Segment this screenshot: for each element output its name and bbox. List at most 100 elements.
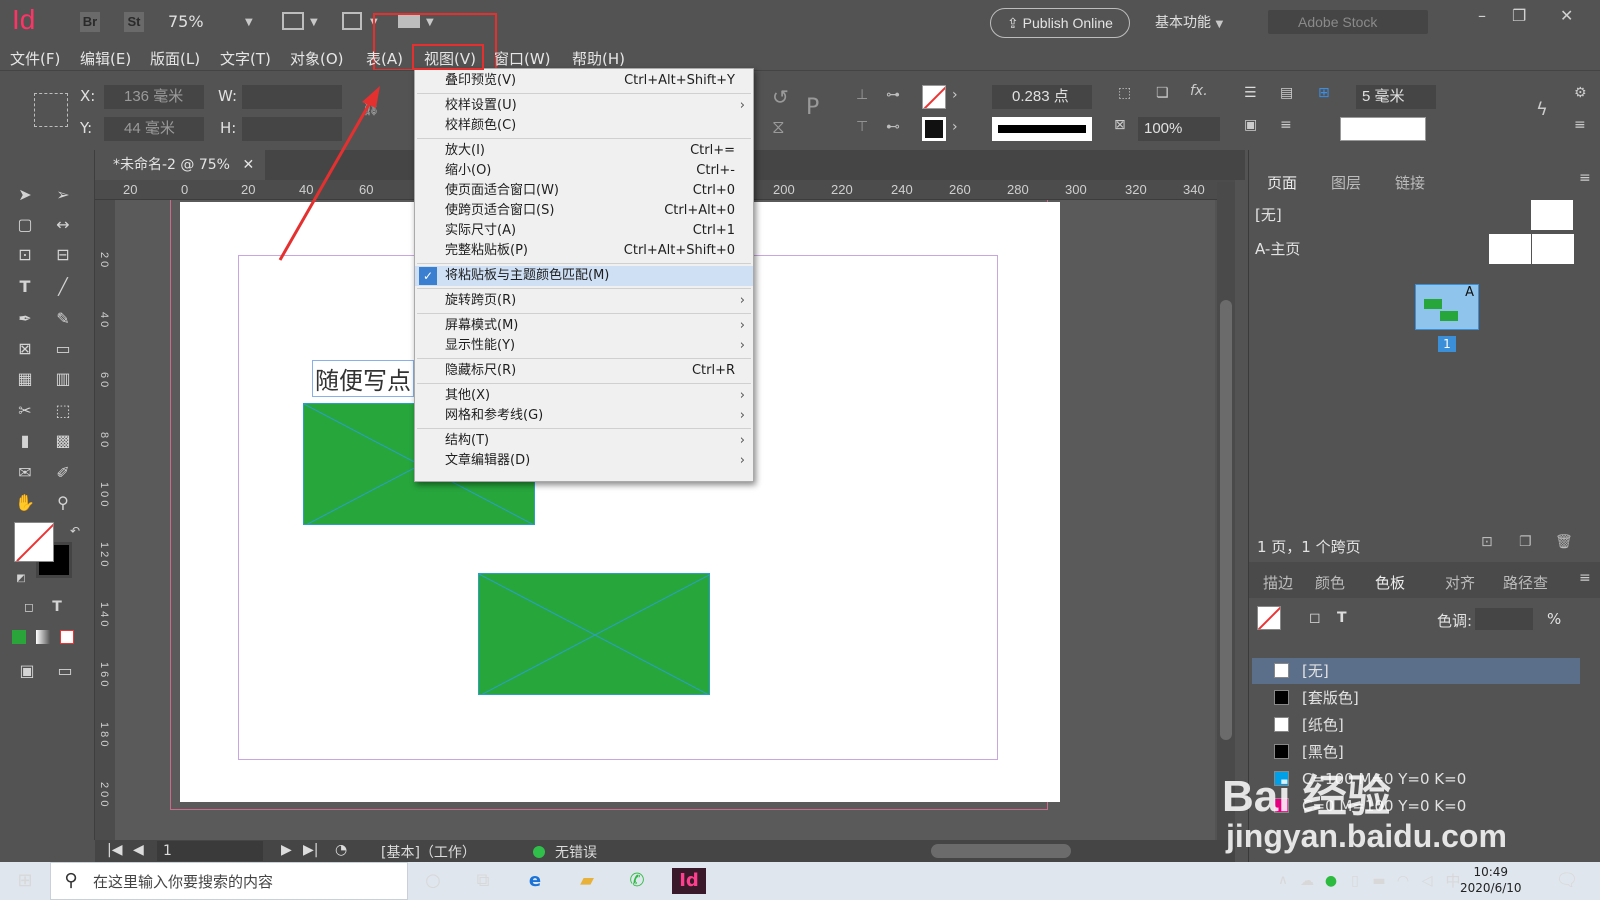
text-wrap-icon[interactable]: ▤	[1280, 85, 1293, 101]
edge-browser-icon[interactable]: e	[522, 868, 548, 894]
delete-page-icon[interactable]: 🗑	[1555, 534, 1573, 550]
menu-item-story-editor[interactable]: 文章编辑器(D) ›	[415, 451, 753, 471]
wechat-tray-icon[interactable]: ●	[1318, 868, 1344, 894]
menu-item-extras[interactable]: 其他(X) ›	[415, 386, 753, 406]
stroke-swatch[interactable]	[922, 117, 946, 141]
wrap-around-icon[interactable]: ▣	[1244, 117, 1257, 133]
menu-object[interactable]: 对象(O)	[290, 48, 344, 69]
tint-field[interactable]	[1475, 608, 1533, 630]
indesign-taskbar-icon[interactable]: Id	[672, 868, 706, 894]
menu-item-zoom-in[interactable]: 放大(I) Ctrl+=	[415, 141, 753, 161]
fill-menu-chevron-icon[interactable]: ›	[952, 87, 958, 103]
taskbar-search-input[interactable]: 在这里输入你要搜索的内容	[50, 862, 408, 900]
settings-gear-icon[interactable]: ⚙	[1574, 85, 1587, 101]
type-tool-icon[interactable]: T	[12, 274, 38, 300]
volume-icon[interactable]: ◁	[1414, 868, 1440, 894]
tab-pages[interactable]: 页面	[1267, 172, 1297, 193]
menu-item-fit-spread[interactable]: 使跨页适合窗口(S) Ctrl+Alt+0	[415, 201, 753, 221]
stroke-type-dropdown[interactable]	[992, 117, 1092, 141]
page-1-thumbnail[interactable]: A	[1415, 284, 1479, 330]
adobe-stock-search[interactable]: Adobe Stock	[1268, 10, 1428, 34]
stroke-menu-chevron-icon[interactable]: ›	[952, 119, 958, 135]
restore-icon[interactable]: ❐	[1512, 6, 1526, 25]
bridge-icon[interactable]: Br	[80, 12, 100, 32]
horizontal-scrollbar-thumb[interactable]	[931, 844, 1071, 858]
open-page-icon[interactable]: ◔	[335, 842, 347, 858]
tab-layers[interactable]: 图层	[1331, 172, 1361, 193]
system-clock[interactable]: 10:49 2020/6/10	[1460, 864, 1522, 896]
zoom-dropdown-icon[interactable]: ▼	[245, 17, 253, 28]
menu-help[interactable]: 帮助(H)	[572, 48, 625, 69]
rectangle-frame-tool-icon[interactable]: ⊠	[12, 336, 38, 362]
direct-selection-tool-icon[interactable]: ➢	[50, 182, 76, 208]
content-placer-icon[interactable]: ⊟	[50, 242, 76, 268]
green-rectangle-frame[interactable]	[478, 573, 710, 695]
zoom-tool-icon[interactable]: ⚲	[50, 490, 76, 516]
swatch-row[interactable]: [套版色]	[1252, 685, 1580, 711]
scale-icon[interactable]: ⊠	[1114, 117, 1126, 133]
cortana-icon[interactable]: ○	[420, 868, 446, 894]
normal-view-icon[interactable]: ▣	[14, 658, 40, 684]
spacing-field[interactable]: 5 毫米	[1356, 85, 1436, 109]
none-master-thumb[interactable]	[1531, 200, 1573, 230]
note-tool-icon[interactable]: ✉	[12, 460, 38, 486]
last-page-icon[interactable]: ▶|	[303, 842, 318, 858]
pen-tool-icon[interactable]: ✒	[12, 306, 38, 332]
apply-gradient-icon[interactable]	[36, 630, 50, 644]
notifications-icon[interactable]: 🗨	[1554, 868, 1580, 894]
a-master-left-thumb[interactable]	[1489, 234, 1531, 264]
none-master[interactable]: [无]	[1255, 204, 1282, 225]
task-view-icon[interactable]: ⧉	[470, 868, 496, 894]
free-transform-tool-icon[interactable]: ⬚	[50, 398, 76, 424]
menu-item-screen-mode[interactable]: 屏幕模式(M) ›	[415, 316, 753, 336]
drop-shadow-icon[interactable]: ❏	[1156, 85, 1169, 101]
panel-menu-icon[interactable]: ≡	[1579, 170, 1591, 186]
menu-window[interactable]: 窗口(W)	[494, 48, 551, 69]
menu-item-overprint-preview[interactable]: 叠印预览(V) Ctrl+Alt+Shift+Y	[415, 71, 753, 91]
flip-icon[interactable]: ⧖	[772, 117, 785, 138]
swap-colors-icon[interactable]: ↶	[62, 518, 88, 544]
menu-item-actual-size[interactable]: 实际尺寸(A) Ctrl+1	[415, 221, 753, 241]
content-collector-icon[interactable]: ⊡	[12, 242, 38, 268]
tab-color[interactable]: 颜色	[1315, 572, 1345, 593]
type-on-path-icon[interactable]: P	[806, 95, 819, 120]
quick-apply-icon[interactable]: ϟ	[1536, 99, 1548, 120]
tab-swatches[interactable]: 色板	[1375, 572, 1405, 593]
onedrive-icon[interactable]: ☁	[1294, 868, 1320, 894]
menu-item-structure[interactable]: 结构(T) ›	[415, 431, 753, 451]
rotate-icon[interactable]: ↺	[772, 85, 789, 109]
document-tab[interactable]: *未命名-2 @ 75% ✕	[95, 150, 265, 180]
text-align-icon[interactable]: ☰	[1244, 85, 1257, 101]
apply-none-icon[interactable]	[60, 630, 74, 644]
grid-tool-icon[interactable]: ▥	[50, 366, 76, 392]
fill-none-swatch[interactable]	[922, 85, 946, 109]
eyedropper-tool-icon[interactable]: ✐	[50, 460, 76, 486]
gap-tool-icon[interactable]: ↔	[50, 212, 76, 238]
object-style-dropdown[interactable]	[1340, 117, 1426, 141]
menu-item-grids-guides[interactable]: 网格和参考线(G) ›	[415, 406, 753, 426]
gradient-swatch-tool-icon[interactable]: ▮	[12, 428, 38, 454]
next-page-icon[interactable]: ▶	[281, 842, 292, 858]
view-options-chevron-icon[interactable]: ▼	[310, 17, 318, 28]
tab-pathfinder[interactable]: 路径查	[1503, 572, 1548, 593]
formatting-text-icon[interactable]: T	[44, 594, 70, 620]
close-icon[interactable]: ✕	[1560, 6, 1573, 25]
x-position-field[interactable]: 136 毫米	[104, 85, 204, 109]
menu-file[interactable]: 文件(F)	[10, 48, 60, 69]
page-size-icon[interactable]: ⊡	[1481, 534, 1493, 550]
file-explorer-icon[interactable]: ▰	[574, 868, 600, 894]
preflight-status[interactable]: 无错误	[555, 842, 597, 862]
default-colors-icon[interactable]: ◩	[8, 566, 34, 592]
wrap-jump-icon[interactable]: ≡	[1280, 117, 1292, 133]
a-master[interactable]: A-主页	[1255, 238, 1300, 259]
menu-edit[interactable]: 编辑(E)	[80, 48, 131, 69]
distribute-vertical-icon[interactable]: ⊷	[886, 119, 900, 135]
view-options-icon[interactable]	[282, 12, 304, 30]
menu-type[interactable]: 文字(T)	[220, 48, 271, 69]
gradient-feather-tool-icon[interactable]: ▩	[50, 428, 76, 454]
menu-item-proof-setup[interactable]: 校样设置(U) ›	[415, 96, 753, 116]
menu-table[interactable]: 表(A)	[366, 48, 403, 69]
tab-links[interactable]: 链接	[1395, 172, 1425, 193]
menu-item-fit-page[interactable]: 使页面适合窗口(W) Ctrl+0	[415, 181, 753, 201]
swatch-row[interactable]: [纸色]	[1252, 712, 1580, 738]
